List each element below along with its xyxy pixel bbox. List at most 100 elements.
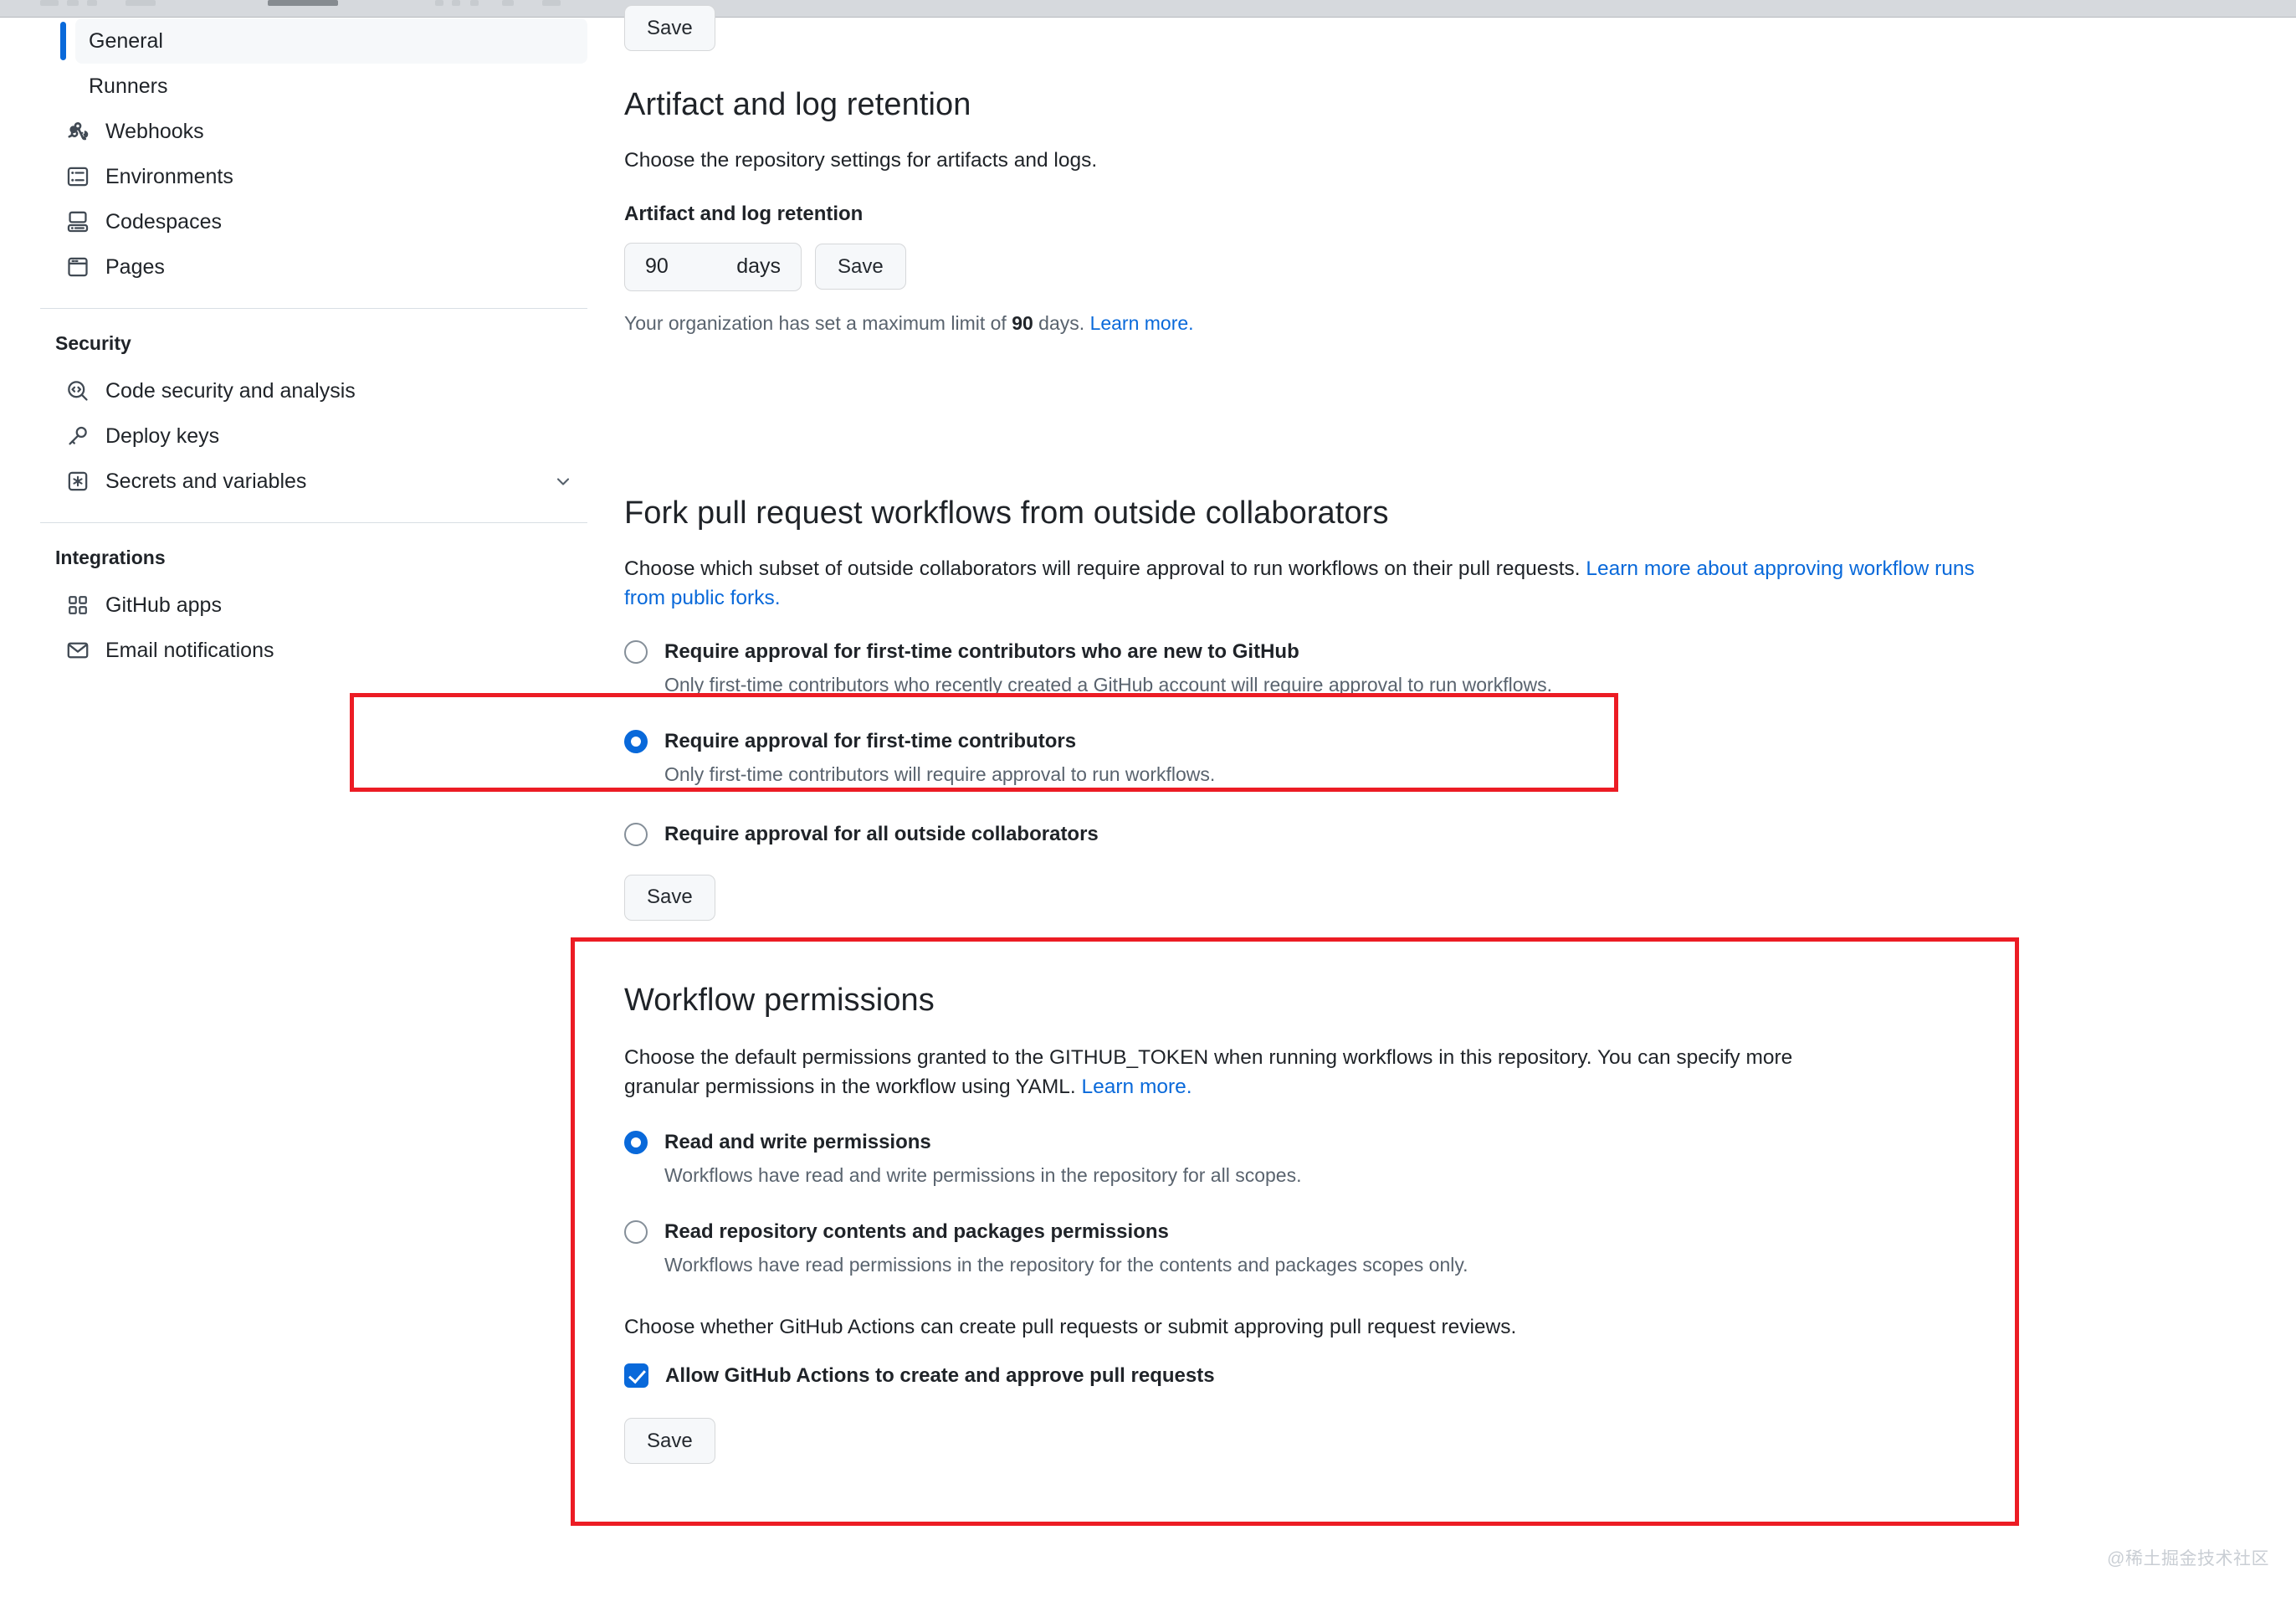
workflow-permissions-section: Workflow permissions Choose the default … [624, 983, 2047, 1464]
fork-pr-option-all-outside-collaborators[interactable]: Require approval for all outside collabo… [624, 823, 2038, 846]
fork-pr-option-description: Only first-time contributors will requir… [664, 762, 1215, 788]
sidebar-divider [40, 308, 587, 309]
workflow-permissions-option-list: Read and write permissions Workflows hav… [624, 1131, 2047, 1278]
retention-days-input[interactable]: 90 days [624, 243, 802, 291]
watermark: @稀土掘金技术社区 [2107, 1545, 2269, 1570]
workflow-permissions-learn-more-link[interactable]: Learn more. [1082, 1076, 1192, 1098]
workflow-permissions-heading: Workflow permissions [624, 983, 2047, 1019]
sidebar-item-label: Webhooks [105, 120, 574, 144]
artifact-retention-note: Your organization has set a maximum limi… [624, 310, 2047, 337]
fork-pr-option-description: Only first-time contributors who recentl… [664, 672, 1552, 698]
chrome-ghost-tab [40, 0, 59, 6]
mail-icon [65, 638, 90, 663]
allow-actions-create-approve-pr-row[interactable]: Allow GitHub Actions to create and appro… [624, 1363, 2047, 1388]
chrome-active-tab [268, 0, 338, 6]
retention-days-value: 90 [645, 254, 669, 279]
pull-request-permission-prompt: Choose whether GitHub Actions can create… [624, 1313, 2047, 1343]
workflow-permissions-option-title: Read and write permissions [664, 1131, 1301, 1154]
sidebar-item-label: Pages [105, 255, 574, 280]
asterisk-box-icon [65, 469, 90, 494]
sidebar-item-environments[interactable]: Environments [75, 154, 587, 199]
sidebar-item-label: Email notifications [105, 639, 574, 663]
fork-pr-workflows-section: Fork pull request workflows from outside… [624, 495, 2038, 921]
workflow-permissions-option-description: Workflows have read permissions in the r… [664, 1252, 1468, 1278]
fork-pr-heading: Fork pull request workflows from outside… [624, 495, 2038, 531]
artifact-retention-learn-more-link[interactable]: Learn more. [1090, 312, 1194, 334]
fork-pr-option-title: Require approval for first-time contribu… [664, 640, 1552, 664]
artifact-retention-controls: 90 days Save [624, 243, 2047, 291]
retention-days-unit: days [736, 254, 781, 279]
sidebar-item-label: Deploy keys [105, 424, 574, 449]
settings-main-content: Save Artifact and log retention Choose t… [611, 18, 2296, 1607]
artifact-retention-heading: Artifact and log retention [624, 87, 2047, 123]
key-icon [65, 424, 90, 449]
sidebar-item-codespaces[interactable]: Codespaces [75, 199, 587, 244]
chrome-ghost-tab [502, 0, 514, 6]
sidebar-item-label: Secrets and variables [105, 470, 552, 494]
radio-button[interactable] [624, 823, 648, 846]
codespaces-icon [65, 209, 90, 234]
code-scan-icon [65, 378, 90, 403]
sidebar-section-security: Security [55, 327, 611, 360]
chrome-ghost-tab [126, 0, 156, 6]
sidebar-divider [40, 522, 587, 523]
fork-pr-option-title: Require approval for all outside collabo… [664, 823, 1099, 846]
workflow-permissions-description: Choose the default permissions granted t… [624, 1044, 1854, 1102]
radio-button-selected[interactable] [624, 1131, 648, 1154]
note-max-value: 90 [1012, 312, 1033, 334]
sidebar-item-deploy-keys[interactable]: Deploy keys [75, 413, 587, 459]
sidebar-item-label: Codespaces [105, 210, 574, 234]
sidebar-item-github-apps[interactable]: GitHub apps [75, 583, 587, 628]
workflow-permissions-save-button[interactable]: Save [624, 1418, 715, 1464]
sidebar-item-label: Runners [89, 74, 574, 99]
sidebar-item-general[interactable]: General [75, 18, 587, 64]
sidebar-item-label: General [89, 29, 574, 54]
chrome-ghost-tab [542, 0, 561, 6]
sidebar-item-email-notifications[interactable]: Email notifications [75, 628, 587, 673]
browser-chrome-strip [0, 0, 2296, 18]
sidebar-item-pages[interactable]: Pages [75, 244, 587, 290]
fork-pr-option-first-time-contributors[interactable]: Require approval for first-time contribu… [624, 730, 2038, 788]
sidebar-item-label: Code security and analysis [105, 379, 574, 403]
note-suffix: days. [1033, 312, 1090, 334]
browser-window-icon [65, 254, 90, 280]
note-prefix: Your organization has set a maximum limi… [624, 312, 1012, 334]
chrome-ghost-tab [452, 0, 460, 6]
sidebar-item-webhooks[interactable]: Webhooks [75, 109, 587, 154]
chrome-ghost-tab [435, 0, 443, 6]
apps-grid-icon [65, 593, 90, 618]
radio-button[interactable] [624, 640, 648, 664]
sidebar-item-code-security-and-analysis[interactable]: Code security and analysis [75, 368, 587, 413]
server-icon [65, 164, 90, 189]
workflow-permissions-option-title: Read repository contents and packages pe… [664, 1220, 1468, 1244]
sidebar-item-label: Environments [105, 165, 574, 189]
sidebar-item-runners[interactable]: Runners [75, 64, 587, 109]
sidebar-item-label: GitHub apps [105, 593, 574, 618]
fork-pr-option-new-to-github[interactable]: Require approval for first-time contribu… [624, 640, 2038, 698]
fork-pr-description-text: Choose which subset of outside collabora… [624, 557, 1586, 580]
workflow-permissions-description-text: Choose the default permissions granted t… [624, 1046, 1792, 1098]
webhook-icon [65, 119, 90, 144]
top-save-button[interactable]: Save [624, 5, 715, 51]
settings-sidebar: General Runners Webhooks Environments [0, 18, 611, 1607]
checkbox-checked[interactable] [624, 1363, 648, 1388]
sidebar-section-integrations: Integrations [55, 542, 611, 574]
allow-actions-create-approve-pr-label: Allow GitHub Actions to create and appro… [665, 1364, 1215, 1388]
chevron-down-icon[interactable] [552, 470, 574, 492]
radio-button[interactable] [624, 1220, 648, 1244]
sidebar-item-secrets-and-variables[interactable]: Secrets and variables [75, 459, 587, 504]
artifact-retention-section: Artifact and log retention Choose the re… [624, 87, 2047, 336]
chrome-ghost-tab [67, 0, 79, 6]
fork-pr-description: Choose which subset of outside collabora… [624, 555, 2013, 614]
workflow-permissions-option-read-write[interactable]: Read and write permissions Workflows hav… [624, 1131, 2047, 1189]
artifact-retention-save-button[interactable]: Save [815, 244, 906, 290]
artifact-retention-field-label: Artifact and log retention [624, 203, 2047, 226]
fork-pr-option-list: Require approval for first-time contribu… [624, 640, 2038, 846]
workflow-permissions-option-read-contents-packages[interactable]: Read repository contents and packages pe… [624, 1220, 2047, 1278]
fork-pr-option-title: Require approval for first-time contribu… [664, 730, 1215, 753]
artifact-retention-description: Choose the repository settings for artif… [624, 146, 2047, 176]
chrome-ghost-tab [470, 0, 479, 6]
radio-button-selected[interactable] [624, 730, 648, 753]
fork-pr-save-button[interactable]: Save [624, 875, 715, 921]
chrome-ghost-tab [87, 0, 97, 6]
